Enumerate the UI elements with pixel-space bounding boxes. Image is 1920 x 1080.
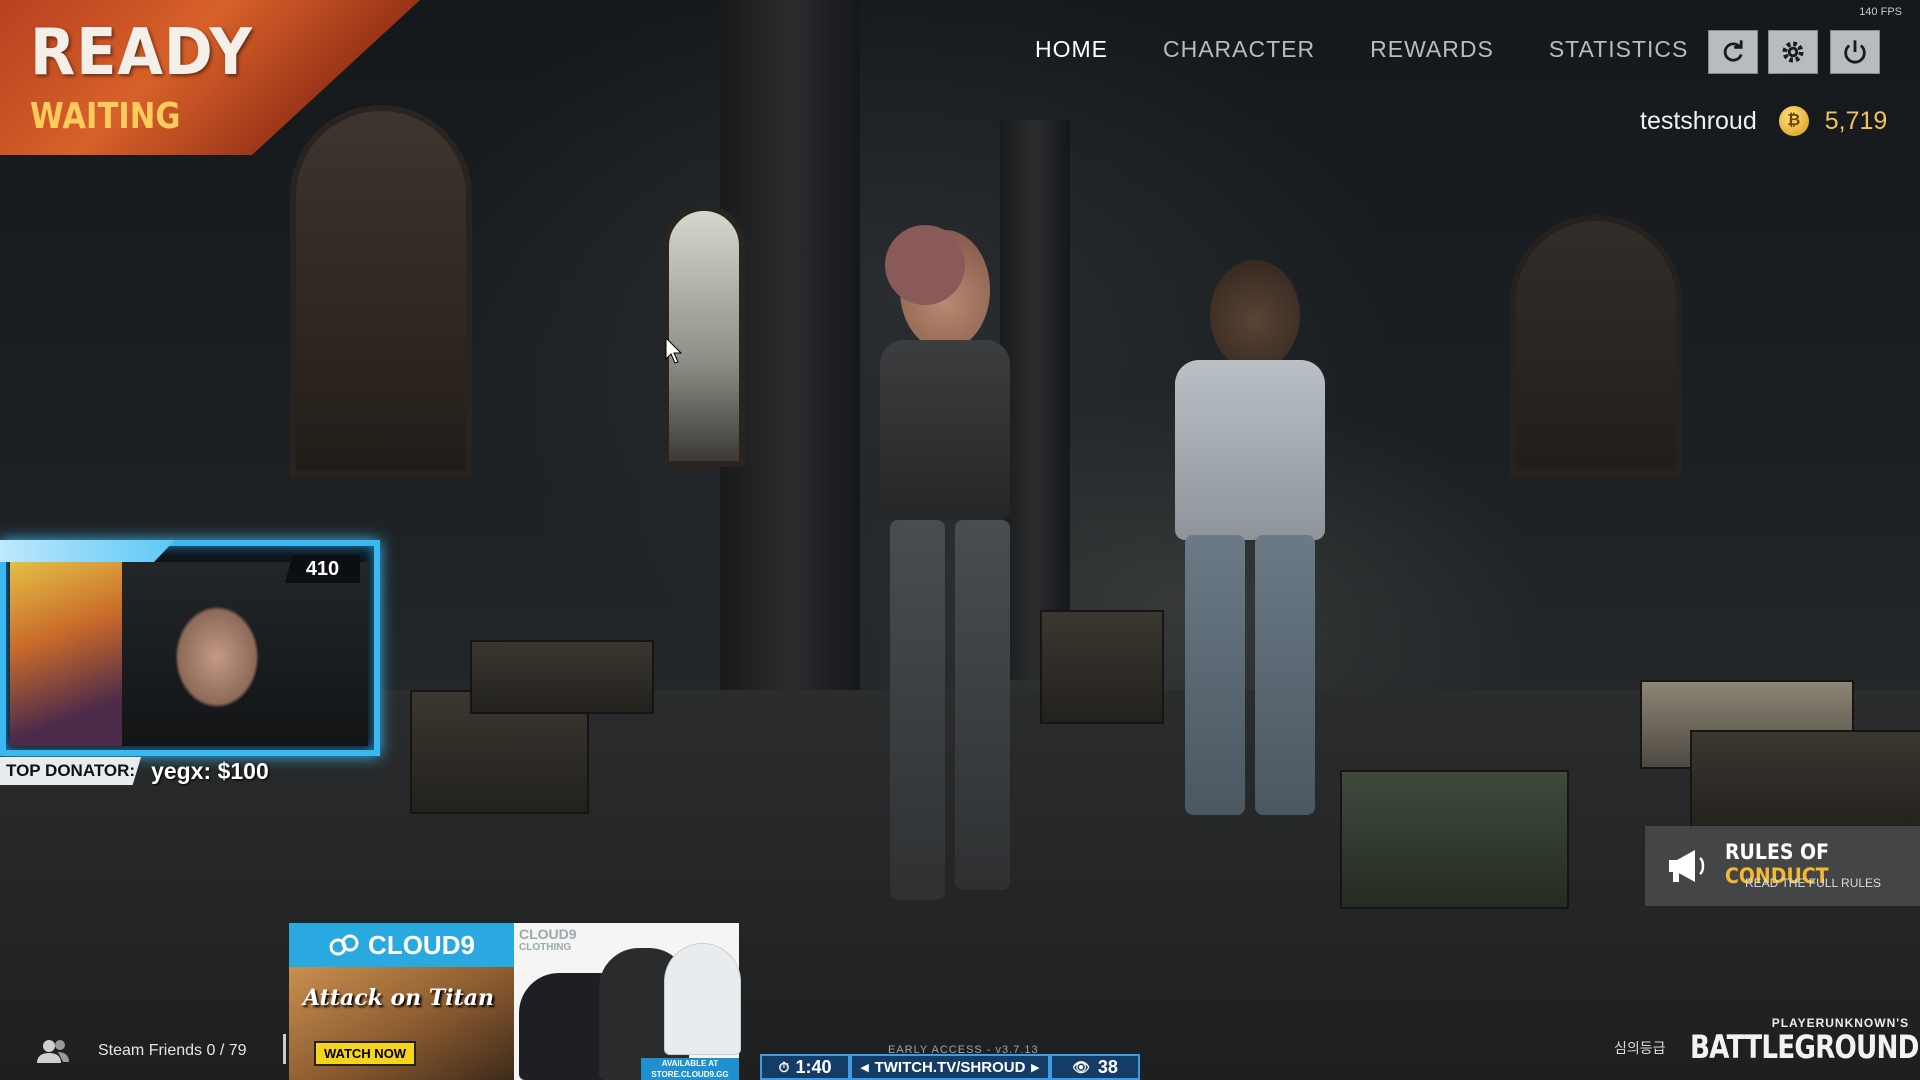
age-rating: 심의등급 <box>1614 1040 1666 1056</box>
logo-main: BATTLEGROUNDS <box>1690 1028 1920 1066</box>
tab-character[interactable]: CHARACTER <box>1163 36 1315 63</box>
eye-icon: 👁 <box>1072 1058 1090 1075</box>
cursor-icon <box>665 337 683 364</box>
coin-balance: 5,719 <box>1824 106 1888 135</box>
power-icon <box>1844 40 1866 64</box>
refresh-icon <box>1723 40 1743 62</box>
channel-url: ◂ TWITCH.TV/SHROUD ▸ <box>850 1054 1050 1080</box>
timer-box: ⏱ 1:40 <box>760 1054 850 1080</box>
waiting-status: WAITING <box>30 96 181 137</box>
rules-title-a: RULES OF <box>1725 840 1830 864</box>
megaphone-icon <box>1669 850 1705 882</box>
tab-rewards[interactable]: REWARDS <box>1370 36 1494 63</box>
ammo-crate <box>1340 770 1569 909</box>
channel-url-text: TWITCH.TV/SHROUD <box>874 1058 1026 1076</box>
streamer-video <box>122 562 368 746</box>
arrow-left-icon: ◂ <box>861 1059 869 1076</box>
rules-of-conduct-button[interactable]: RULES OF CONDUCT READ THE FULL RULES <box>1645 826 1920 906</box>
main-nav: HOME CHARACTER REWARDS STATISTICS <box>1035 36 1743 63</box>
game-logo: PLAYERUNKNOWN'S BATTLEGROUNDS <box>1690 1016 1920 1064</box>
clothing-brand-line: CLOUD9 <box>519 926 577 942</box>
viewer-box: 👁 38 <box>1050 1054 1140 1080</box>
steam-friends[interactable]: Steam Friends 0 / 79 <box>36 1038 247 1064</box>
webcam-counter: 410 <box>285 555 360 583</box>
clothing-brand: CLOUD9 CLOTHING <box>519 927 577 955</box>
donator-label: TOP DONATOR: <box>0 757 142 785</box>
crate <box>1040 610 1164 724</box>
top-donator: TOP DONATOR: yegx: $100 <box>0 756 269 786</box>
coin-icon: ₿ <box>1778 106 1809 136</box>
cloud9-header: CLOUD9 <box>289 923 514 967</box>
crate <box>470 640 654 714</box>
friends-count: Steam Friends 0 / 79 <box>98 1042 247 1059</box>
fps-counter: 140 FPS <box>1859 6 1902 18</box>
tab-home[interactable]: HOME <box>1035 36 1108 63</box>
barred-window <box>1510 215 1682 477</box>
divider <box>283 1034 286 1064</box>
store-link[interactable]: AVAILABLE AT STORE.CLOUD9.GG <box>641 1058 739 1080</box>
settings-icon <box>1782 41 1804 63</box>
bright-window <box>663 205 745 467</box>
donator-value: yegx: $100 <box>151 757 269 784</box>
settings-button[interactable] <box>1768 30 1818 74</box>
hoodie-image <box>664 943 741 1055</box>
cloud9-brand: CLOUD9 <box>368 929 475 960</box>
webcam-artwork <box>10 562 122 746</box>
user-info: testshroud ₿ 5,719 <box>1640 106 1887 136</box>
wooden-window <box>290 105 472 477</box>
stream-ticker: ⏱ 1:40 ◂ TWITCH.TV/SHROUD ▸ 👁 38 <box>760 1054 1160 1080</box>
watch-now-button[interactable]: WATCH NOW <box>314 1041 417 1066</box>
crate <box>1690 730 1920 834</box>
username: testshroud <box>1640 106 1757 135</box>
arrow-right-icon: ▸ <box>1031 1059 1039 1076</box>
tab-statistics[interactable]: STATISTICS <box>1549 36 1689 63</box>
clothing-ad: CLOUD9 CLOTHING AVAILABLE AT STORE.CLOUD… <box>514 923 741 1080</box>
refresh-button[interactable] <box>1708 30 1758 74</box>
timer-icon: ⏱ <box>778 1058 790 1075</box>
cloud9-logo-icon <box>329 934 359 956</box>
sponsor-banner: CLOUD9 Attack on Titan WATCH NOW CLOUD9 … <box>289 923 741 1080</box>
show-title: Attack on Titan <box>303 985 495 1011</box>
store-line: STORE.CLOUD9.GG <box>651 1070 729 1079</box>
ready-status: READY <box>30 16 253 90</box>
pillar <box>1000 120 1070 680</box>
viewer-count: 38 <box>1097 1056 1118 1077</box>
friends-icon <box>37 1040 69 1063</box>
clothing-brand-line: CLOTHING <box>519 942 572 953</box>
webcam-header <box>0 540 175 562</box>
timer-value: 1:40 <box>795 1056 832 1077</box>
store-line: AVAILABLE AT <box>661 1059 719 1068</box>
power-button[interactable] <box>1830 30 1880 74</box>
rules-subtitle: READ THE FULL RULES <box>1745 876 1882 890</box>
